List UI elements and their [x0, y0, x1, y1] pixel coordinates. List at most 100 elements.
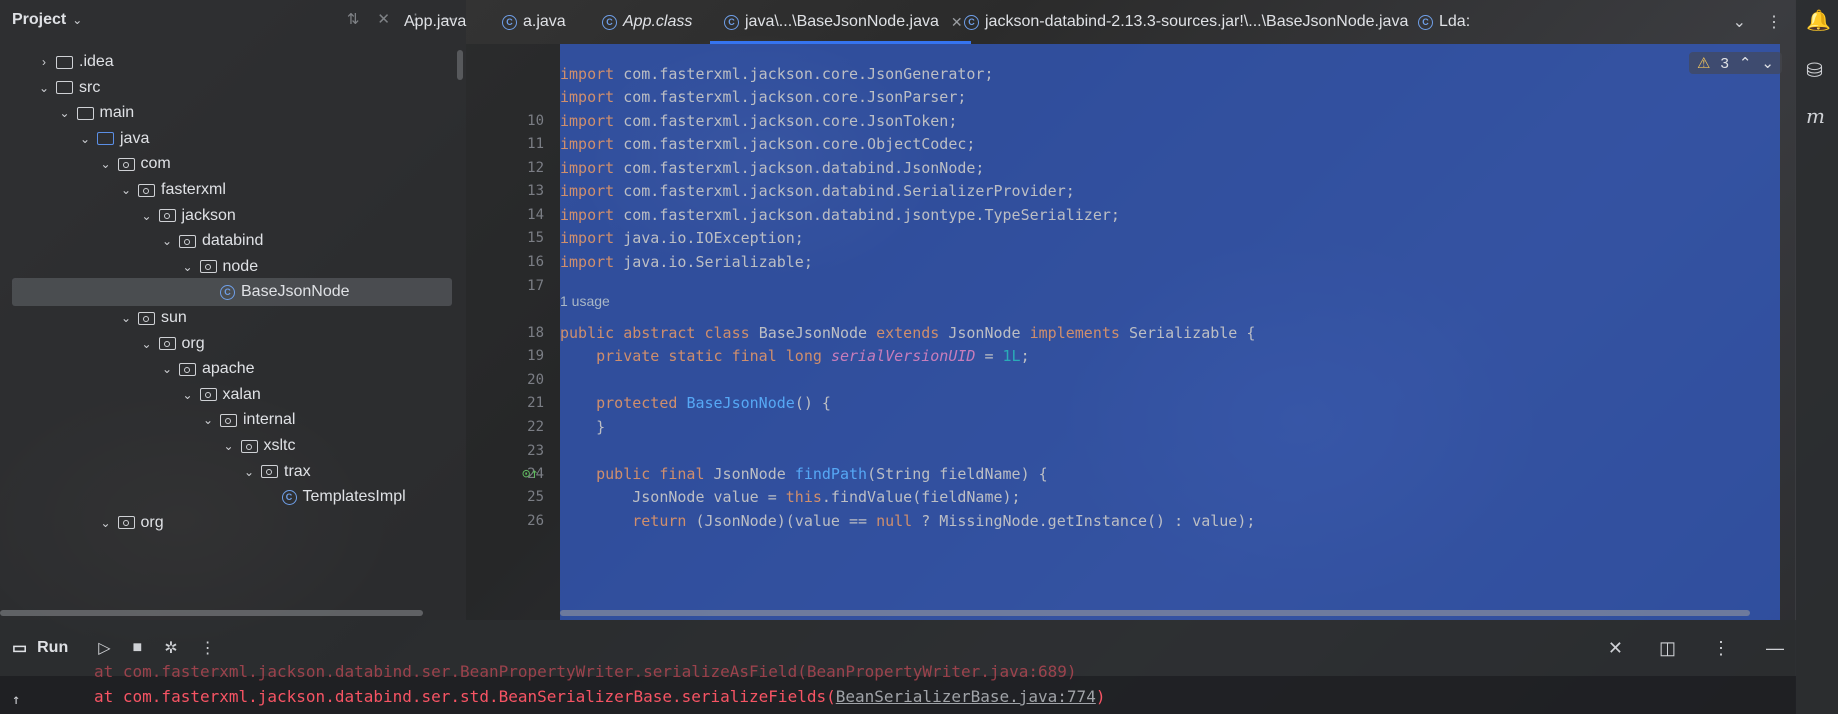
close-tab-icon[interactable]: ✕	[951, 14, 963, 31]
code-line[interactable]: 26 return (JsonNode)(value == null ? Mis…	[466, 510, 1776, 532]
chevron-down-icon[interactable]: ⌄	[72, 13, 82, 27]
code-token: import	[560, 88, 624, 106]
chevron-down-icon[interactable]: ⌄	[178, 388, 198, 402]
code-line[interactable]: 10 import com.fasterxml.jackson.core.Json…	[466, 110, 1776, 132]
chevron-down-icon[interactable]: ⌄	[137, 209, 157, 223]
chevron-right-icon[interactable]: ›	[34, 55, 54, 69]
tree-item[interactable]: ⌄ src	[0, 74, 460, 102]
rerun-icon[interactable]: ▷	[98, 638, 110, 658]
tree-item[interactable]: ⌄ trax	[0, 458, 460, 486]
code-line[interactable]: 17	[466, 275, 1776, 297]
code-line[interactable]: 15 import java.io.IOException;	[466, 227, 1776, 249]
code-token: import	[560, 135, 624, 153]
chevron-down-icon[interactable]: ⌄	[96, 157, 116, 171]
right-tool-rail: 🔔 ⛁ m	[1795, 0, 1838, 714]
editor-tab[interactable]: Cjackson-databind-2.13.3-sources.jar!\..…	[964, 0, 1408, 44]
console-source-link[interactable]: BeanSerializerBase.java:774	[836, 687, 1096, 706]
editor-horizontal-scrollbar[interactable]	[560, 610, 1750, 616]
scroll-up-icon[interactable]: ↑	[12, 692, 20, 708]
code-line[interactable]: 11 import com.fasterxml.jackson.core.Obje…	[466, 133, 1776, 155]
code-line[interactable]: 23	[466, 440, 1776, 462]
code-line[interactable]: 21 protected BaseJsonNode() {	[466, 392, 1776, 414]
maven-icon[interactable]: m	[1806, 104, 1825, 128]
editor-tabs: ⌄ ⋮ App.java Ca.java C App.class Cjava\...\B…	[404, 0, 1796, 44]
notifications-icon[interactable]: 🔔	[1806, 8, 1831, 32]
code-line[interactable]: 19 private static final long serialVersi…	[466, 345, 1776, 367]
tree-item[interactable]: ⌄ fasterxml	[0, 176, 460, 204]
editor-tab[interactable]: App.java	[404, 0, 466, 44]
code-text: import com.fasterxml.jackson.core.Object…	[560, 135, 975, 153]
chevron-down-icon[interactable]: ⌄	[55, 106, 75, 120]
code-token: JsonNode value =	[560, 488, 786, 506]
tree-item[interactable]: ⌄ org	[0, 330, 460, 358]
tree-item[interactable]: ⌄ apache	[0, 355, 460, 383]
code-line[interactable]: 22 }	[466, 416, 1776, 438]
tree-item[interactable]: ⌄ main	[0, 99, 460, 127]
editor-tab[interactable]: C Lda:	[1418, 0, 1470, 44]
layout-icon[interactable]: ◫	[1659, 638, 1676, 659]
tree-item[interactable]: ⌄ internal	[0, 406, 460, 434]
chevron-down-icon[interactable]: ⌄	[75, 132, 95, 146]
tree-item[interactable]: › .idea	[0, 48, 460, 76]
code-editor[interactable]: import com.fasterxml.jackson.core.JsonGe…	[466, 44, 1796, 620]
expand-all-icon[interactable]: ⇅	[347, 10, 360, 28]
previous-highlight-icon[interactable]: ⌃	[1739, 54, 1752, 72]
chevron-down-icon[interactable]: ⌄	[178, 260, 198, 274]
code-line[interactable]: 20	[466, 369, 1776, 391]
chevron-down-icon[interactable]: ⌄	[219, 439, 239, 453]
chevron-down-icon[interactable]: ⌄	[1733, 12, 1746, 32]
folder-icon	[56, 55, 73, 69]
tree-item[interactable]: ⌄ xsltc	[0, 432, 460, 460]
inspection-widget[interactable]: ⚠ 3 ⌃ ⌄	[1689, 52, 1782, 74]
code-token: =	[975, 347, 1003, 365]
collapse-all-icon[interactable]: ✕	[377, 10, 390, 28]
stop-icon[interactable]: ■	[133, 639, 143, 657]
tree-item[interactable]: ⌄ org	[0, 509, 460, 537]
tree-item[interactable]: C BaseJsonNode	[12, 278, 452, 307]
code-line[interactable]: 18 public abstract class BaseJsonNode ext…	[466, 322, 1776, 344]
tree-item[interactable]: ⌄ xalan	[0, 381, 460, 409]
chevron-down-icon[interactable]: ⌄	[198, 413, 218, 427]
code-line[interactable]: import com.fasterxml.jackson.core.JsonPa…	[466, 86, 1776, 108]
chevron-down-icon[interactable]: ⌄	[116, 311, 136, 325]
chevron-down-icon[interactable]: ⌄	[239, 465, 259, 479]
more-options-icon[interactable]: ⋮	[1766, 12, 1782, 32]
debug-icon[interactable]: ✲	[164, 638, 177, 658]
project-horizontal-scrollbar[interactable]	[0, 610, 423, 616]
project-title[interactable]: Project	[12, 11, 66, 29]
tree-item[interactable]: ⌄ jackson	[0, 202, 460, 230]
tree-item[interactable]: ⌄ com	[0, 150, 460, 178]
code-line[interactable]: 24 public final JsonNode findPath(String…	[466, 463, 1776, 485]
code-token: com.fasterxml.jackson.core.JsonParser;	[623, 88, 967, 106]
code-line[interactable]: import com.fasterxml.jackson.core.JsonGe…	[466, 63, 1776, 85]
override-marker-icon[interactable]: ⊙↑	[522, 466, 539, 482]
chevron-down-icon[interactable]: ⌄	[157, 234, 177, 248]
more-options-icon[interactable]: ⋮	[200, 638, 216, 658]
usage-hint[interactable]: 1 usage	[560, 293, 610, 309]
editor-tab[interactable]: Ca.java	[502, 0, 566, 44]
run-console[interactable]: ↑ at com.fasterxml.jackson.databind.ser.…	[0, 662, 1796, 714]
run-tab[interactable]: ▭ Run	[12, 638, 68, 658]
code-line[interactable]: 25 JsonNode value = this.findValue(field…	[466, 486, 1776, 508]
editor-tab[interactable]: C App.class	[602, 0, 692, 44]
minimize-icon[interactable]: —	[1766, 638, 1784, 659]
code-line[interactable]: 16 import java.io.Serializable;	[466, 251, 1776, 273]
code-line[interactable]: 13 import com.fasterxml.jackson.databind.…	[466, 180, 1776, 202]
editor-tab[interactable]: Cjava\...\BaseJsonNode.java ✕	[710, 0, 971, 44]
database-icon[interactable]: ⛁	[1806, 58, 1823, 82]
tree-item[interactable]: ⌄ node	[0, 253, 460, 281]
close-icon[interactable]: ✕	[1608, 638, 1623, 659]
chevron-down-icon[interactable]: ⌄	[96, 516, 116, 530]
more-options-icon[interactable]: ⋮	[1712, 638, 1730, 659]
next-highlight-icon[interactable]: ⌄	[1761, 54, 1774, 72]
code-line[interactable]: 12 import com.fasterxml.jackson.databind.…	[466, 157, 1776, 179]
chevron-down-icon[interactable]: ⌄	[157, 362, 177, 376]
code-line[interactable]: 14 import com.fasterxml.jackson.databind.…	[466, 204, 1776, 226]
tree-item[interactable]: ⌄ databind	[0, 227, 460, 255]
tree-item[interactable]: C TemplatesImpl	[0, 483, 460, 511]
tree-item[interactable]: ⌄ java	[0, 125, 460, 153]
tree-item[interactable]: ⌄ sun	[0, 304, 460, 332]
chevron-down-icon[interactable]: ⌄	[137, 337, 157, 351]
chevron-down-icon[interactable]: ⌄	[34, 81, 54, 95]
chevron-down-icon[interactable]: ⌄	[116, 183, 136, 197]
